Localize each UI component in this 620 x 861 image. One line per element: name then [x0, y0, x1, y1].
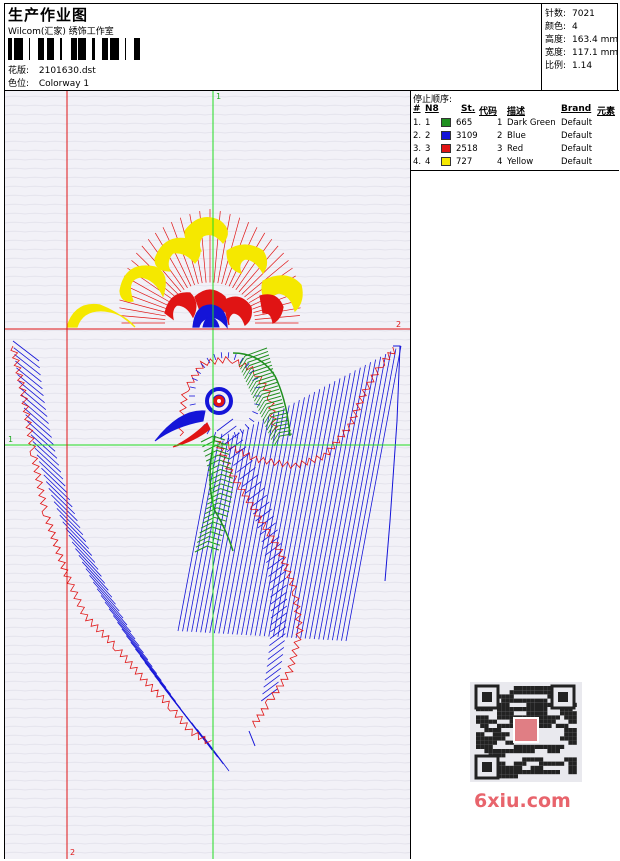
- guide-label-green-top: 1: [216, 92, 221, 101]
- col-header-element: 元素: [597, 107, 616, 117]
- stat-colors: 颜色: 4: [545, 22, 578, 32]
- col-header-brand: Brand: [561, 104, 592, 114]
- row-number: 4: [425, 157, 431, 167]
- stat-height: 高度: 163.4 mm: [545, 35, 619, 45]
- guide-label-green-left: 1: [8, 435, 13, 444]
- design-stats: 针数: 7021 颜色: 4 高度: 163.4 mm 宽度: 117.1 mm 比例:…: [541, 4, 619, 90]
- design-file-name: 2101630.dst: [38, 66, 96, 76]
- design-canvas[interactable]: 1 1 2 2: [5, 91, 410, 859]
- row-description: Red: [507, 144, 524, 154]
- row-description: Blue: [507, 131, 526, 141]
- row-code: 4: [497, 157, 503, 167]
- color-swatch: [441, 131, 451, 140]
- row-brand: Default: [561, 157, 593, 167]
- row-description: Yellow: [507, 157, 534, 167]
- stat-width: 宽度: 117.1 mm: [545, 48, 619, 58]
- row-index: 3.: [413, 144, 422, 154]
- guide-label-red-right: 2: [396, 320, 401, 329]
- col-header-description: 描述: [507, 107, 526, 117]
- row-stitches: 2518: [456, 144, 478, 154]
- row-stitches: 665: [456, 118, 473, 128]
- colorway-label: 色位:: [8, 79, 30, 89]
- site-watermark: 6xiu.com: [474, 790, 571, 812]
- header-info: 生产作业图 Wilcom(汇家) 绣饰工作室 花版: 2101630.dst 色…: [5, 4, 541, 90]
- embroidery-design: 1 1 2 2: [5, 91, 410, 859]
- stat-stitches: 针数: 7021: [545, 9, 595, 19]
- row-index: 2.: [413, 131, 422, 141]
- row-number: 1: [425, 118, 431, 128]
- color-swatch: [441, 144, 451, 153]
- row-number: 3: [425, 144, 431, 154]
- table-row[interactable]: 4. 4 727 4 Yellow Default: [411, 157, 620, 170]
- stop-sequence-panel: 停止顺序: # N8 St. 代码 描述 Brand 元素 1. 1 665 1 Dar…: [410, 91, 619, 171]
- row-index: 4.: [413, 157, 422, 167]
- row-code: 2: [497, 131, 503, 141]
- stat-scale: 比例: 1.14: [545, 61, 593, 71]
- col-header-number: N8: [425, 104, 439, 114]
- table-row[interactable]: 3. 3 2518 3 Red Default: [411, 144, 620, 157]
- row-brand: Default: [561, 131, 593, 141]
- colorway-value: Colorway 1: [38, 79, 90, 89]
- row-code: 3: [497, 144, 503, 154]
- design-row: 花版: 2101630.dst: [8, 63, 96, 76]
- col-header-index: #: [413, 104, 421, 114]
- color-swatch: [441, 118, 451, 127]
- col-header-code: 代码: [479, 107, 498, 117]
- row-index: 1.: [413, 118, 422, 128]
- col-header-stitches: St.: [461, 104, 476, 114]
- qr-code-image: [470, 682, 582, 782]
- colorway-row: 色位: Colorway 1: [8, 76, 89, 89]
- page-title: 生产作业图: [8, 6, 89, 24]
- row-number: 2: [425, 131, 431, 141]
- row-code: 1: [497, 118, 503, 128]
- row-brand: Default: [561, 118, 593, 128]
- color-swatch: [441, 157, 451, 166]
- row-brand: Default: [561, 144, 593, 154]
- row-stitches: 3109: [456, 131, 478, 141]
- row-stitches: 727: [456, 157, 473, 167]
- table-row[interactable]: 1. 1 665 1 Dark Green Default: [411, 118, 620, 131]
- barcode-image: [8, 38, 140, 60]
- company-name: Wilcom(汇家) 绣饰工作室: [8, 27, 114, 37]
- row-description: Dark Green: [507, 118, 556, 128]
- guide-label-red-bottom: 2: [70, 848, 75, 857]
- design-label: 花版:: [8, 66, 30, 76]
- table-row[interactable]: 2. 2 3109 2 Blue Default: [411, 131, 620, 144]
